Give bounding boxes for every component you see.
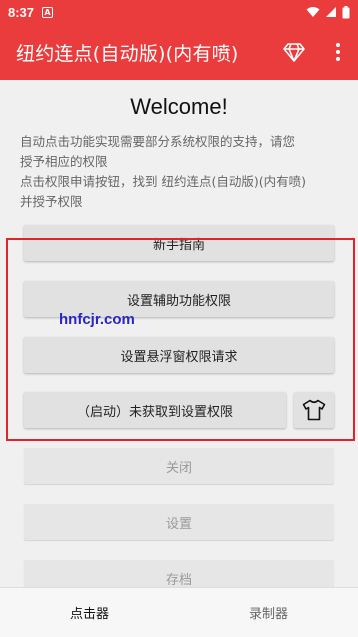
start-button[interactable]: （启动）未获取到设置权限 <box>24 392 286 428</box>
app-bar: 纽约连点(自动版)(内有喷) <box>0 24 358 80</box>
battery-icon <box>342 5 350 18</box>
welcome-heading: Welcome! <box>130 94 228 119</box>
overlay-permission-button[interactable]: 设置悬浮窗权限请求 <box>24 337 334 373</box>
settings-button[interactable]: 设置 <box>24 504 334 540</box>
bottom-navigation: 点击器 录制器 <box>0 587 358 637</box>
tab-recorder[interactable]: 录制器 <box>179 588 358 637</box>
status-icons <box>306 5 350 19</box>
notification-letter: A <box>44 7 51 17</box>
watermark-text: hnfcjr.com <box>59 311 135 328</box>
description-line-4: 并授予权限 <box>20 194 83 209</box>
notification-a-icon: A <box>42 6 54 18</box>
status-time: 8:37 <box>8 4 35 20</box>
app-screen: 8:37 A 纽约连点(自动版)(内有喷) Welcome! 自动点击功能实现需… <box>0 0 358 637</box>
app-title: 纽约连点(自动版)(内有喷) <box>16 42 239 65</box>
signal-icon <box>326 7 336 17</box>
shirt-icon <box>302 399 326 421</box>
skin-button[interactable] <box>294 392 334 428</box>
status-bar: 8:37 A <box>0 0 358 24</box>
tab-clicker[interactable]: 点击器 <box>0 588 179 637</box>
description-line-3: 点击权限申请按钮，找到 纽约连点(自动版)(内有喷) <box>20 174 306 189</box>
wifi-icon <box>306 7 320 17</box>
overflow-menu-icon[interactable] <box>326 40 350 64</box>
close-button[interactable]: 关闭 <box>24 448 334 484</box>
description-line-2: 授予相应的权限 <box>20 154 108 169</box>
diamond-icon[interactable] <box>282 40 306 64</box>
permission-description: 自动点击功能实现需要部分系统权限的支持，请您 授予相应的权限 点击权限申请按钮，… <box>20 132 340 212</box>
description-line-1: 自动点击功能实现需要部分系统权限的支持，请您 <box>20 134 296 149</box>
